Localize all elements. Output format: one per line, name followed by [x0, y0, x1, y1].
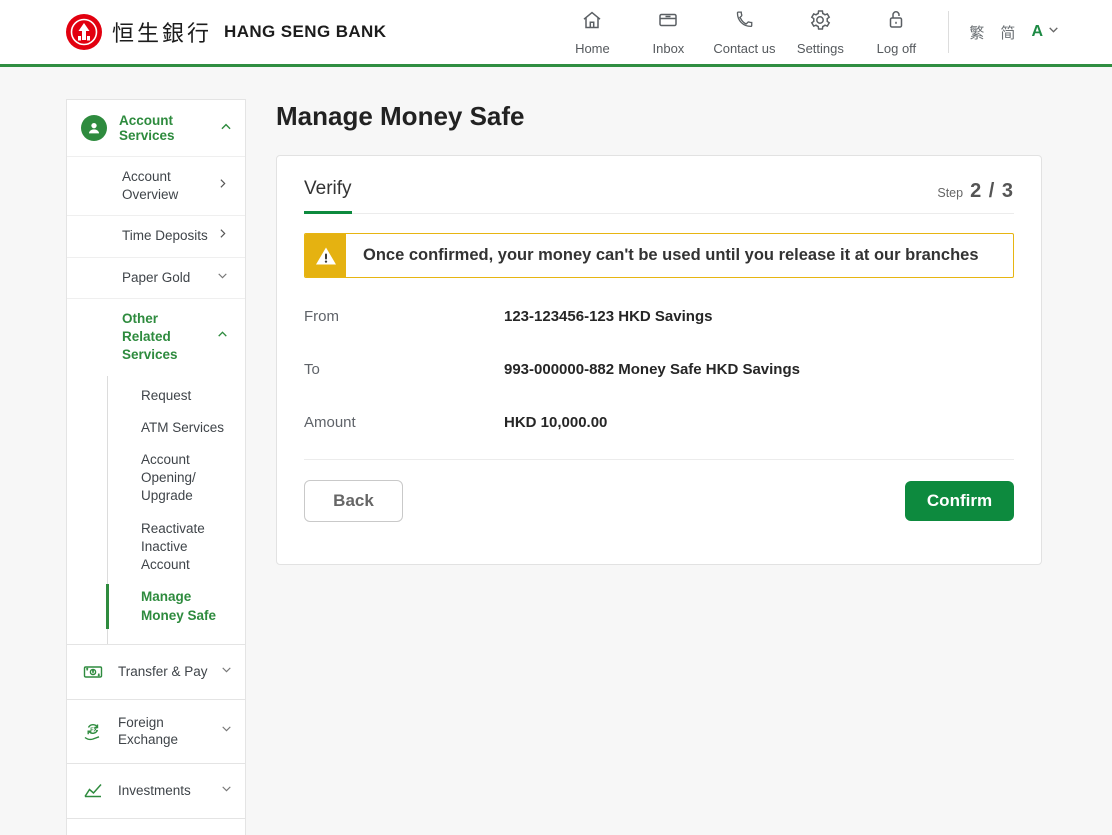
- nav-log-off-label: Log off: [877, 41, 917, 56]
- nav-log-off[interactable]: Log off: [858, 8, 934, 56]
- warning-banner: Once confirmed, your money can't be used…: [304, 233, 1014, 278]
- sidebar-item-label: Other Related Services: [122, 310, 210, 365]
- sidebar-item-request[interactable]: Request: [108, 380, 245, 412]
- nav-home-label: Home: [575, 41, 610, 56]
- lang-traditional-chinese[interactable]: 繁: [969, 22, 984, 43]
- chevron-right-icon: [216, 177, 229, 195]
- warning-triangle-icon: [305, 234, 346, 277]
- nav-contact-us-label: Contact us: [713, 41, 775, 56]
- sidebar-item-label: Account Overview: [122, 168, 210, 204]
- tab-verify[interactable]: Verify: [304, 178, 352, 213]
- sidebar-item-account-services[interactable]: Account Services: [67, 100, 245, 156]
- sidebar-item-label: Foreign Exchange: [118, 714, 208, 749]
- sidebar-item-label: Time Deposits: [122, 227, 210, 245]
- to-label: To: [304, 361, 504, 378]
- chevron-up-icon: [219, 120, 233, 137]
- page-content: Account Services Account Overview Time D…: [0, 67, 1112, 835]
- sidebar-item-account-overview[interactable]: Account Overview: [67, 156, 245, 215]
- warning-message: Once confirmed, your money can't be used…: [346, 234, 995, 277]
- amount-label: Amount: [304, 414, 504, 431]
- sidebar-item-label: Account Services: [119, 113, 207, 143]
- step-indicator: Step 2 / 3: [937, 180, 1014, 213]
- font-size-label: A: [1031, 23, 1043, 41]
- sidebar-item-label: Investments: [118, 782, 208, 800]
- chevron-down-icon: [216, 269, 229, 287]
- nav-home[interactable]: Home: [554, 8, 630, 56]
- nav-settings-label: Settings: [797, 41, 844, 56]
- sidebar-item-insurance[interactable]: Insurance: [67, 818, 245, 835]
- chart-line-icon: [80, 778, 106, 804]
- brand-name-chinese: 恒生銀行: [112, 16, 212, 48]
- sidebar-item-label: Reactivate Inactive Account: [141, 521, 205, 572]
- field-row-to: To 993-000000-882 Money Safe HKD Savings: [304, 343, 1014, 396]
- fx-hand-icon: FX: [80, 718, 106, 744]
- sidebar-item-label: Account Opening/ Upgrade: [141, 452, 196, 503]
- banknote-transfer-icon: [80, 659, 106, 685]
- sidebar-item-label: Paper Gold: [122, 269, 210, 287]
- from-value: 123-123456-123 HKD Savings: [504, 308, 712, 325]
- nav-contact-us[interactable]: Contact us: [706, 8, 782, 56]
- verify-card: Verify Step 2 / 3 Once confirmed, your mo…: [276, 155, 1042, 565]
- amount-value: HKD 10,000.00: [504, 414, 607, 431]
- sidebar-item-investments[interactable]: Investments: [67, 763, 245, 818]
- back-button[interactable]: Back: [304, 480, 403, 522]
- nav-settings[interactable]: Settings: [782, 8, 858, 56]
- card-divider: [304, 459, 1014, 460]
- chevron-down-icon: [1047, 23, 1060, 41]
- chevron-right-icon: [216, 227, 229, 245]
- sidebar-item-label: Request: [141, 388, 191, 403]
- confirm-button[interactable]: Confirm: [905, 481, 1014, 521]
- brand-name-english: HANG SENG BANK: [224, 22, 386, 42]
- hang-seng-logo-icon: [66, 14, 102, 50]
- step-value: 2 / 3: [970, 180, 1014, 202]
- font-size-toggle[interactable]: A: [1031, 23, 1060, 41]
- sidebar-item-other-related-services[interactable]: Other Related Services: [67, 298, 245, 376]
- field-row-from: From 123-123456-123 HKD Savings: [304, 290, 1014, 343]
- top-header: 恒生銀行 HANG SENG BANK Home Inbox: [0, 0, 1112, 67]
- top-nav: Home Inbox Contact us: [554, 8, 934, 56]
- home-icon: [580, 8, 604, 37]
- page-title: Manage Money Safe: [276, 101, 1042, 132]
- to-value: 993-000000-882 Money Safe HKD Savings: [504, 361, 800, 378]
- main-panel: Manage Money Safe Verify Step 2 / 3 Once …: [276, 99, 1042, 565]
- sidebar-item-foreign-exchange[interactable]: FX Foreign Exchange: [67, 699, 245, 763]
- sidebar-item-label: ATM Services: [141, 420, 224, 435]
- svg-text:FX: FX: [90, 728, 97, 734]
- sidebar-item-account-opening-upgrade[interactable]: Account Opening/ Upgrade: [108, 444, 245, 513]
- chevron-down-icon: [220, 663, 233, 681]
- step-label: Step: [937, 186, 963, 200]
- sidebar-item-label: Manage Money Safe: [141, 589, 216, 622]
- sidebar: Account Services Account Overview Time D…: [66, 99, 246, 835]
- inbox-icon: [656, 8, 680, 37]
- nav-inbox-label: Inbox: [653, 41, 685, 56]
- field-row-amount: Amount HKD 10,000.00: [304, 396, 1014, 449]
- chevron-down-icon: [220, 782, 233, 800]
- sidebar-item-label: Transfer & Pay: [118, 663, 208, 681]
- verify-details: From 123-123456-123 HKD Savings To 993-0…: [304, 278, 1014, 449]
- account-person-icon: [81, 115, 107, 141]
- lang-simplified-chinese[interactable]: 简: [1000, 22, 1015, 43]
- header-divider: [948, 11, 949, 53]
- other-related-services-submenu: Request ATM Services Account Opening/ Up…: [107, 376, 245, 644]
- padlock-open-icon: [884, 8, 908, 37]
- chevron-up-icon: [216, 328, 229, 346]
- action-buttons: Back Confirm: [304, 480, 1014, 522]
- brand: 恒生銀行 HANG SENG BANK: [66, 14, 386, 50]
- phone-icon: [732, 8, 756, 37]
- sidebar-item-transfer-and-pay[interactable]: Transfer & Pay: [67, 644, 245, 699]
- chevron-down-icon: [220, 722, 233, 740]
- sidebar-item-manage-money-safe[interactable]: Manage Money Safe: [108, 581, 245, 631]
- sidebar-item-paper-gold[interactable]: Paper Gold: [67, 257, 245, 298]
- language-switcher: 繁 简 A: [969, 22, 1060, 43]
- sidebar-item-time-deposits[interactable]: Time Deposits: [67, 215, 245, 256]
- sidebar-item-reactivate-inactive-account[interactable]: Reactivate Inactive Account: [108, 513, 245, 582]
- from-label: From: [304, 308, 504, 325]
- nav-inbox[interactable]: Inbox: [630, 8, 706, 56]
- sidebar-item-atm-services[interactable]: ATM Services: [108, 412, 245, 444]
- step-header: Verify Step 2 / 3: [304, 156, 1014, 214]
- gear-icon: [808, 8, 832, 37]
